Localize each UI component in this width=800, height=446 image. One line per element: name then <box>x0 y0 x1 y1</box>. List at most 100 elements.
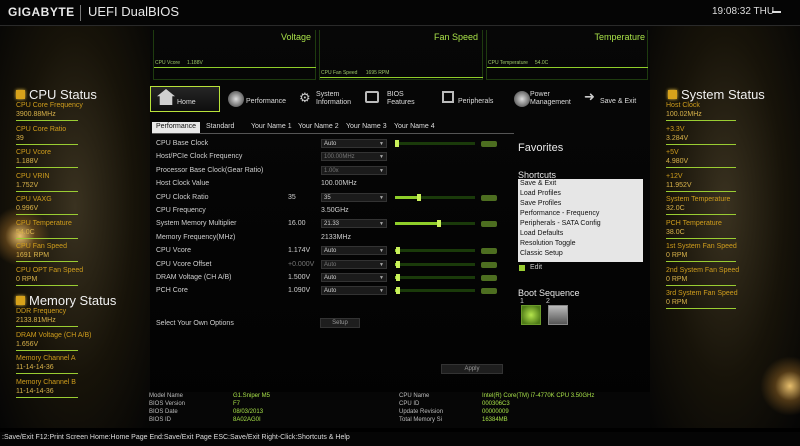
setting-toggle-pill[interactable] <box>481 261 497 268</box>
setting-slider-knob[interactable] <box>396 260 401 268</box>
status-underline <box>16 261 78 262</box>
shortcut-item[interactable]: Resolution Toggle <box>520 240 576 250</box>
setting-slider-knob[interactable] <box>417 193 421 201</box>
chevron-down-icon: ▼ <box>379 288 384 295</box>
chevron-down-icon: ▼ <box>379 141 384 147</box>
subtab[interactable]: Your Name 2 <box>294 122 343 133</box>
memory-status-icon <box>16 296 25 305</box>
shortcut-item[interactable]: Performance - Frequency <box>520 210 599 220</box>
edit-link[interactable]: Edit <box>530 264 542 271</box>
setting-select[interactable]: Auto ▼ <box>321 273 387 282</box>
system-status-icon <box>668 90 677 99</box>
shortcut-item[interactable]: Load Defaults <box>520 230 563 240</box>
status-label: PCH Temperature <box>666 219 722 227</box>
shortcut-item[interactable]: Save Profiles <box>520 200 561 210</box>
shortcut-item[interactable]: Save & Exit <box>520 180 556 190</box>
status-value: 0 RPM <box>666 252 688 259</box>
info-label: CPU Name <box>399 393 430 399</box>
setting-toggle-pill[interactable] <box>481 248 497 255</box>
minimize-icon[interactable] <box>772 11 781 13</box>
setting-slider-track[interactable] <box>395 276 475 279</box>
setting-slider-track[interactable] <box>395 249 475 253</box>
boot-device-1-icon[interactable] <box>521 305 541 325</box>
fan-speed-graph: Fan Speed CPU Fan Speed 1695 RPM <box>319 30 483 80</box>
setting-slider-knob[interactable] <box>395 140 400 147</box>
setting-slider-knob[interactable] <box>396 247 401 255</box>
setting-label: PCH Core <box>156 287 188 295</box>
favorites-title: Favorites <box>518 142 564 154</box>
setting-select[interactable]: Auto ▼ <box>321 246 387 256</box>
status-underline <box>16 326 78 327</box>
own-options-label: Select Your Own Options <box>156 320 234 327</box>
temperature-label-text: CPU Temperature <box>488 60 528 66</box>
info-value: 8A02AG0I <box>233 417 261 423</box>
setting-select[interactable]: Auto ▼ <box>321 139 387 148</box>
status-label: CPU Fan Speed <box>16 243 67 250</box>
shortcut-item[interactable]: Peripherals - SATA Config <box>520 220 601 230</box>
status-underline <box>666 214 736 215</box>
setup-button[interactable]: Setup <box>320 318 360 328</box>
status-underline <box>666 261 736 262</box>
setting-slider-knob[interactable] <box>396 274 401 281</box>
setting-slider-knob[interactable] <box>396 287 401 295</box>
setting-select[interactable]: 21.33 ▼ <box>321 219 387 229</box>
setting-select[interactable]: Auto ▼ <box>321 286 387 296</box>
memory-status-title: Memory Status <box>16 293 116 308</box>
nav-peripherals-label: Peripherals <box>458 98 494 105</box>
temperature-graph-line <box>487 67 648 68</box>
brand-divider <box>80 5 81 21</box>
apply-button[interactable]: Apply <box>441 364 503 374</box>
brand-logo: GIGABYTE <box>8 5 75 19</box>
setting-toggle-pill[interactable] <box>481 275 497 281</box>
setting-value: 3.50GHz <box>321 207 349 214</box>
memory-status-title-text: Memory Status <box>29 293 117 308</box>
setting-toggle-pill[interactable] <box>481 141 497 147</box>
cpu-status-title: CPU Status <box>16 87 97 102</box>
setting-slider-track[interactable] <box>395 142 475 145</box>
setting-select[interactable]: 1.00x ▼ <box>321 165 387 175</box>
setting-current-value: +0.000V <box>288 260 315 268</box>
setting-select[interactable]: 35 ▼ <box>321 192 387 202</box>
subtab[interactable]: Performance <box>152 122 201 133</box>
setting-slider-track[interactable] <box>395 289 475 293</box>
fan-speed-graph-title: Fan Speed <box>433 32 478 42</box>
setting-slider-knob[interactable] <box>437 220 441 228</box>
status-underline <box>16 396 78 398</box>
voltage-graph-line <box>154 67 316 68</box>
product-title: UEFI DualBIOS <box>88 4 180 19</box>
setting-slider-fill <box>395 222 439 226</box>
boot-device-2-icon[interactable] <box>548 305 568 325</box>
status-underline <box>666 190 736 192</box>
subtab[interactable]: Your Name 4 <box>390 122 439 133</box>
peripherals-icon <box>442 91 454 103</box>
status-underline <box>666 284 736 286</box>
shortcut-item[interactable]: Load Profiles <box>520 190 561 200</box>
setting-slider-track[interactable] <box>395 262 475 266</box>
status-value: 54.0C <box>16 228 35 236</box>
chevron-down-icon: ▼ <box>379 275 384 281</box>
nav-performance[interactable]: Performance <box>226 86 290 112</box>
nav-save-exit[interactable]: ➜ Save & Exit <box>582 86 646 112</box>
status-underline <box>16 373 78 374</box>
subtab[interactable]: Your Name 3 <box>342 122 391 133</box>
subtab[interactable]: Standard <box>202 122 238 133</box>
performance-icon <box>228 91 244 107</box>
setting-label: CPU Clock Ratio <box>156 193 209 201</box>
status-label: System Temperature <box>666 196 731 203</box>
setting-select[interactable]: Auto ▼ <box>321 259 387 269</box>
nav-home[interactable]: Home <box>150 86 220 112</box>
edit-icon <box>519 265 525 271</box>
nav-bios-features[interactable]: BIOS Features <box>363 86 423 112</box>
nav-system-information[interactable]: ⚙ System Information <box>297 86 357 112</box>
status-underline <box>16 349 78 351</box>
shortcut-item[interactable]: Classic Setup <box>520 250 563 260</box>
setting-toggle-pill[interactable] <box>481 221 497 228</box>
setting-toggle-pill[interactable] <box>481 288 497 295</box>
setting-label: Processor Base Clock(Gear Ratio) <box>156 166 264 174</box>
subtab[interactable]: Your Name 1 <box>247 122 296 133</box>
setting-select[interactable]: 100.00MHz ▼ <box>321 152 387 162</box>
status-value: 1.752V <box>16 181 39 189</box>
setting-toggle-pill[interactable] <box>481 194 497 201</box>
nav-power-management[interactable]: Power Management <box>512 86 576 112</box>
nav-peripherals[interactable]: Peripherals <box>440 86 502 112</box>
